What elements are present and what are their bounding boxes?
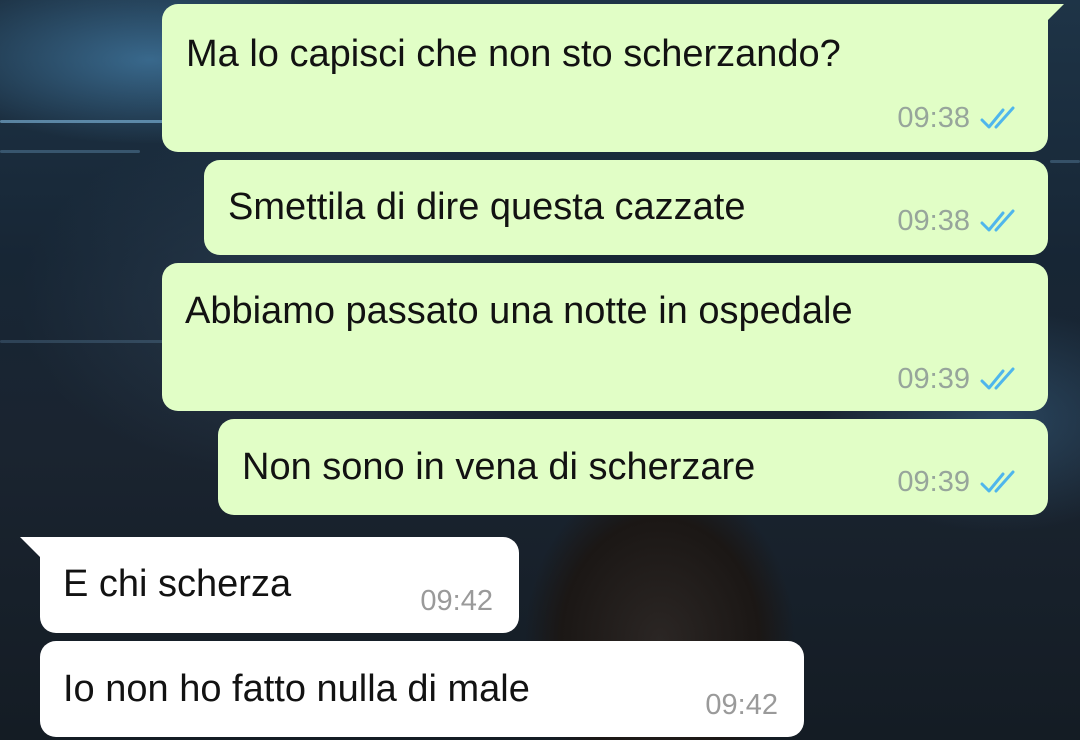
message-meta: 09:42 bbox=[420, 587, 493, 616]
message-time: 09:39 bbox=[897, 363, 970, 395]
wallpaper-light-streak bbox=[0, 150, 140, 153]
message-text: E chi scherza bbox=[63, 563, 292, 605]
message-time: 09:42 bbox=[705, 689, 778, 721]
message-meta: 09:42 bbox=[705, 691, 778, 720]
message-meta: 09:38 bbox=[897, 207, 1020, 236]
wallpaper-light-streak bbox=[0, 120, 170, 123]
bubble-tail bbox=[1042, 4, 1064, 26]
message-text: Smettila di dire questa cazzate bbox=[228, 186, 746, 228]
read-double-check-icon bbox=[980, 106, 1015, 128]
outgoing-message[interactable]: Non sono in vena di scherzare 09:39 bbox=[218, 419, 1048, 515]
outgoing-message[interactable]: Ma lo capisci che non sto scherzando? 09… bbox=[162, 4, 1064, 152]
message-time: 09:38 bbox=[897, 205, 970, 237]
message-meta: 09:39 bbox=[897, 365, 1020, 394]
bubble-tail bbox=[20, 537, 44, 561]
wallpaper-light-streak bbox=[0, 340, 170, 343]
message-text: Abbiamo passato una notte in ospedale bbox=[185, 290, 853, 332]
message-meta: 09:38 bbox=[897, 104, 1020, 133]
message-meta: 09:39 bbox=[897, 468, 1020, 497]
message-time: 09:42 bbox=[420, 585, 493, 617]
message-text: Non sono in vena di scherzare bbox=[242, 446, 756, 488]
incoming-message[interactable]: Io non ho fatto nulla di male 09:42 bbox=[40, 641, 804, 737]
message-text: Io non ho fatto nulla di male bbox=[63, 668, 530, 710]
message-time: 09:38 bbox=[897, 102, 970, 134]
read-double-check-icon bbox=[980, 209, 1015, 231]
read-double-check-icon bbox=[980, 367, 1015, 389]
outgoing-message[interactable]: Smettila di dire questa cazzate 09:38 bbox=[204, 160, 1048, 255]
message-time: 09:39 bbox=[897, 466, 970, 498]
incoming-message[interactable]: E chi scherza 09:42 bbox=[20, 537, 519, 633]
outgoing-message[interactable]: Abbiamo passato una notte in ospedale 09… bbox=[162, 263, 1048, 411]
read-double-check-icon bbox=[980, 470, 1015, 492]
wallpaper-light-streak bbox=[1050, 160, 1080, 163]
message-text: Ma lo capisci che non sto scherzando? bbox=[186, 33, 841, 75]
